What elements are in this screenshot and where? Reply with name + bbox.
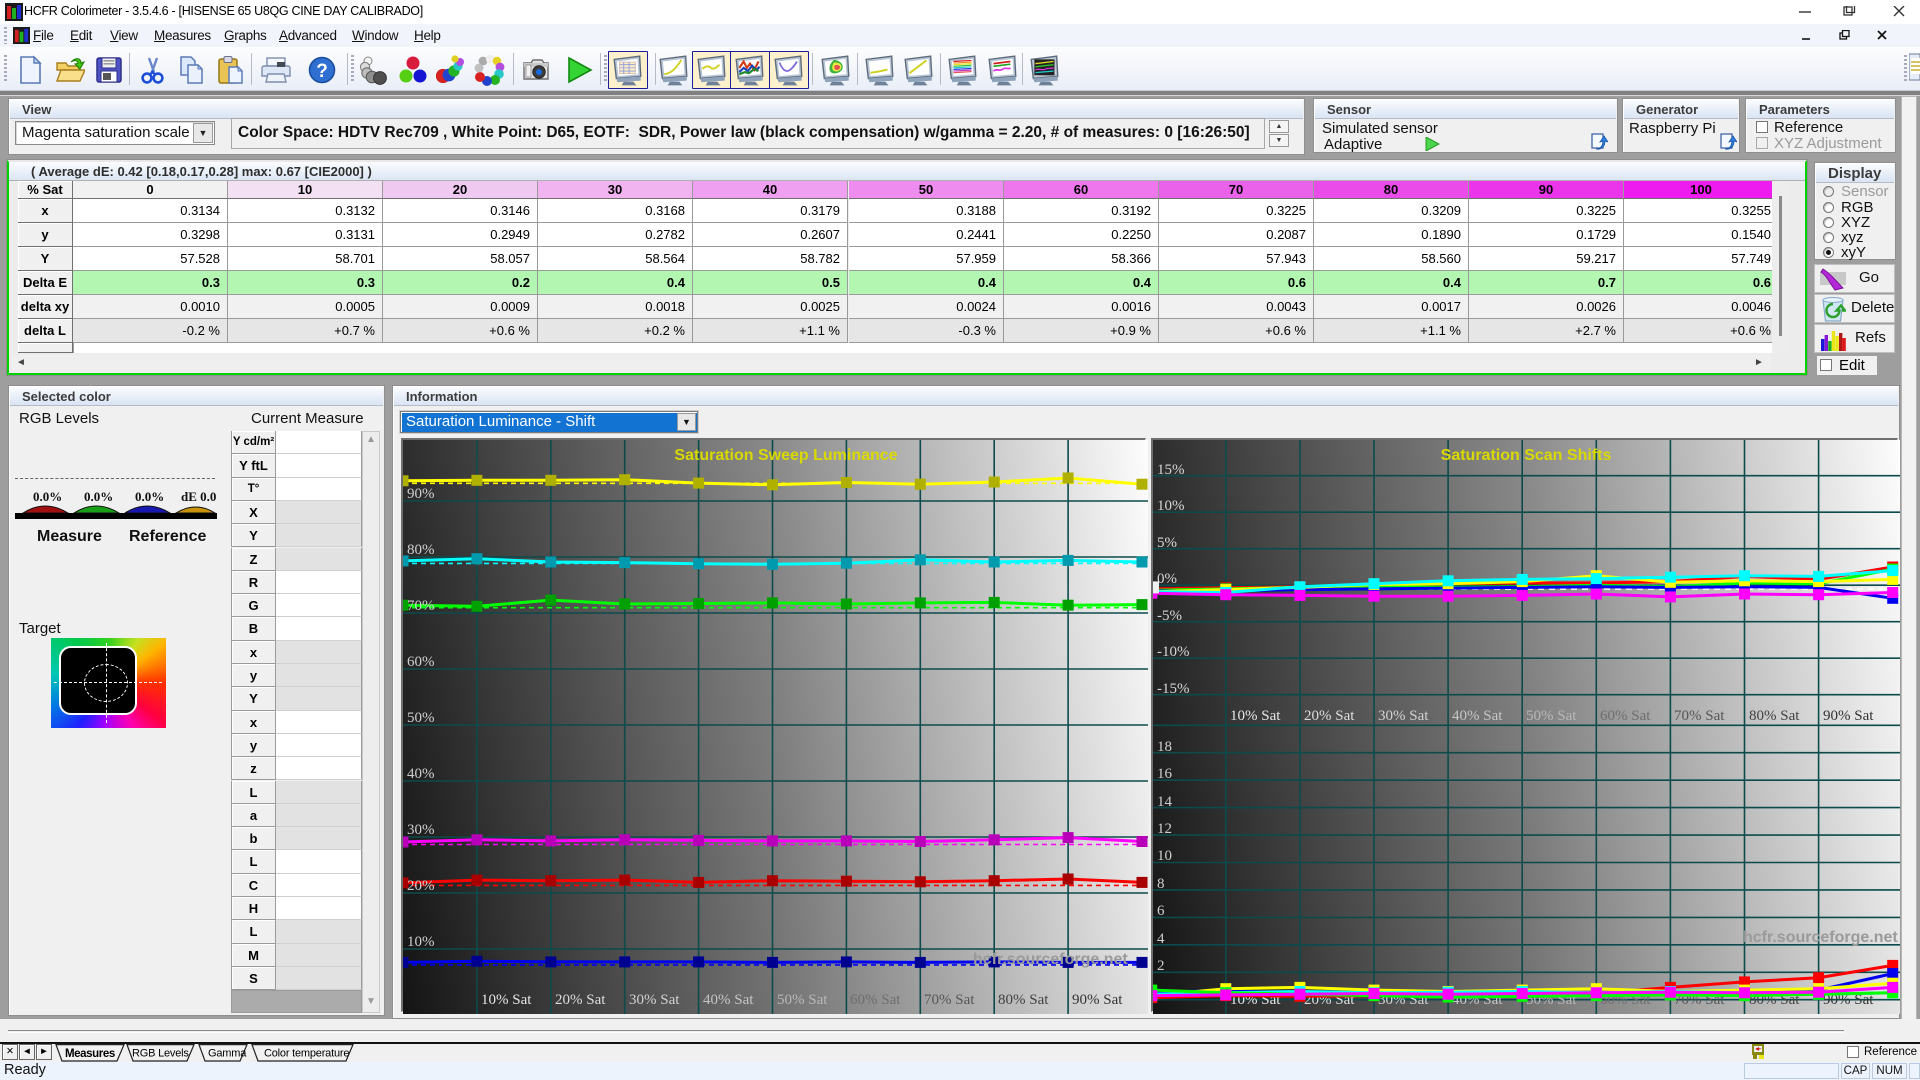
svg-text:2: 2	[1157, 958, 1165, 974]
svg-text:Measures: Measures	[65, 1048, 115, 1060]
svg-text:30% Sat: 30% Sat	[1378, 708, 1429, 724]
svg-text:70% Sat: 70% Sat	[1674, 708, 1725, 724]
svg-text:RGB Levels: RGB Levels	[132, 1048, 189, 1060]
svg-text:hcfr.sourceforge.net: hcfr.sourceforge.net	[973, 951, 1128, 968]
svg-text:30%: 30%	[407, 822, 435, 838]
svg-text:50% Sat: 50% Sat	[1526, 708, 1577, 724]
svg-text:Color temperature: Color temperature	[264, 1048, 349, 1060]
svg-text:80% Sat: 80% Sat	[998, 992, 1049, 1008]
svg-text:0.0%: 0.0%	[33, 489, 62, 504]
svg-text:10% Sat: 10% Sat	[481, 992, 532, 1008]
svg-text:Saturation Scan Shifts: Saturation Scan Shifts	[1441, 447, 1612, 464]
svg-text:30% Sat: 30% Sat	[629, 992, 680, 1008]
svg-text:10%: 10%	[407, 934, 435, 950]
svg-text:90% Sat: 90% Sat	[1823, 708, 1874, 724]
svg-text:hcfr.sourceforge.net: hcfr.sourceforge.net	[1743, 929, 1898, 946]
svg-text:4: 4	[1157, 931, 1165, 947]
svg-text:90%: 90%	[407, 486, 435, 502]
svg-text:0%: 0%	[1157, 571, 1177, 587]
svg-text:18: 18	[1157, 739, 1172, 755]
svg-text:10% Sat: 10% Sat	[1230, 708, 1281, 724]
svg-text:6: 6	[1157, 903, 1165, 919]
svg-text:50%: 50%	[407, 710, 435, 726]
svg-text:14: 14	[1157, 794, 1173, 810]
svg-text:-10%: -10%	[1157, 644, 1190, 660]
svg-text:60% Sat: 60% Sat	[850, 992, 901, 1008]
svg-text:15%: 15%	[1157, 462, 1185, 478]
svg-text:-5%: -5%	[1157, 608, 1182, 624]
svg-text:40% Sat: 40% Sat	[1452, 708, 1503, 724]
svg-text:70%: 70%	[407, 598, 435, 614]
svg-text:Gamma: Gamma	[208, 1048, 247, 1060]
svg-text:80% Sat: 80% Sat	[1749, 708, 1800, 724]
svg-text:20%: 20%	[407, 878, 435, 894]
svg-text:80%: 80%	[407, 542, 435, 558]
svg-text:8: 8	[1157, 876, 1165, 892]
svg-text:?: ?	[316, 61, 328, 82]
svg-text:-15%: -15%	[1157, 681, 1190, 697]
svg-text:10%: 10%	[1157, 498, 1185, 514]
svg-text:5%: 5%	[1157, 535, 1177, 551]
svg-text:20% Sat: 20% Sat	[1304, 708, 1355, 724]
svg-text:20% Sat: 20% Sat	[555, 992, 606, 1008]
svg-text:Saturation Sweep Luminance: Saturation Sweep Luminance	[674, 447, 897, 464]
svg-text:0.0%: 0.0%	[135, 489, 164, 504]
svg-text:16: 16	[1157, 766, 1173, 782]
svg-text:dE 0.0: dE 0.0	[181, 489, 216, 504]
svg-text:12: 12	[1157, 821, 1172, 837]
svg-text:40%: 40%	[407, 766, 435, 782]
svg-text:0.0%: 0.0%	[84, 489, 113, 504]
svg-text:70% Sat: 70% Sat	[924, 992, 975, 1008]
svg-text:10: 10	[1157, 848, 1172, 864]
svg-text:50% Sat: 50% Sat	[777, 992, 828, 1008]
svg-text:60%: 60%	[407, 654, 435, 670]
svg-text:90% Sat: 90% Sat	[1072, 992, 1123, 1008]
svg-text:60% Sat: 60% Sat	[1600, 708, 1651, 724]
svg-text:40% Sat: 40% Sat	[703, 992, 754, 1008]
